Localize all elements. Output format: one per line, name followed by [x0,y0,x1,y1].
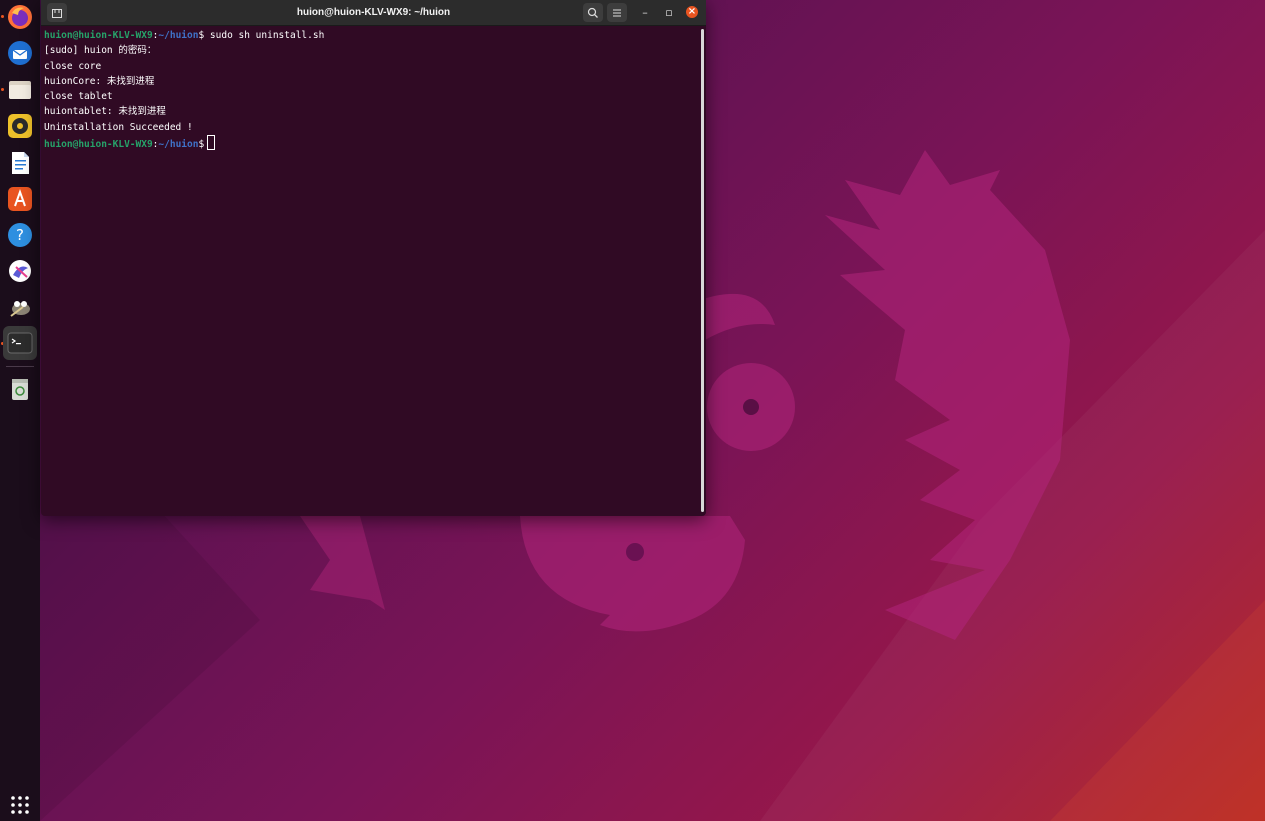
firefox-icon [8,5,32,29]
prompt-dollar: $ [198,139,205,150]
trash-icon [12,379,28,400]
dock-item-rhythmbox[interactable] [3,109,37,143]
libreoffice-writer-icon [12,152,29,174]
search-icon [587,7,598,18]
dock-item-thunderbird[interactable] [3,36,37,70]
dock-item-app-center[interactable] [3,182,37,216]
thunderbird-icon [8,41,32,65]
scrollbar[interactable] [701,29,704,512]
prompt-user-host: huion@huion-KLV-WX9 [44,139,153,150]
dock-item-trash[interactable] [3,372,37,406]
output-line: huiontablet: 未找到进程 [44,106,166,117]
close-icon: × [687,6,697,17]
close-button[interactable]: × [686,6,698,18]
help-icon: ? [8,223,32,247]
prompt-line: huion@huion-KLV-WX9:~/huion$ sudo sh uni… [44,28,324,43]
dock-item-help[interactable]: ? [3,218,37,252]
terminal-output[interactable]: huion@huion-KLV-WX9:~/huion$ sudo sh uni… [44,28,699,513]
desktop: ? huion@huion-KLV-WX9: ~/huion – ▫ × hui… [0,0,1265,821]
prompt-path: ~/huion [158,30,199,41]
search-button[interactable] [583,3,603,22]
prompt-user-host: huion@huion-KLV-WX9 [44,30,153,41]
gimp-icon [10,301,30,317]
output-line: close tablet [44,91,113,102]
maximize-icon: ▫ [665,6,673,19]
app-center-icon [8,187,32,211]
dock: ? [0,0,40,821]
files-icon [9,81,31,99]
dock-item-terminal[interactable] [3,326,37,360]
new-tab-button[interactable] [47,3,67,22]
dock-item-firefox[interactable] [3,0,37,34]
minimize-button[interactable]: – [635,3,655,22]
minimize-icon: – [642,6,648,19]
maximize-button[interactable]: ▫ [659,3,679,22]
output-line: [sudo] huion 的密码： [44,45,157,56]
rhythmbox-icon [8,114,32,138]
show-apps-button[interactable] [3,788,37,821]
prompt-path: ~/huion [158,139,199,150]
menu-button[interactable] [607,3,627,22]
dock-item-gimp[interactable] [3,290,37,324]
svg-text:?: ? [16,226,24,244]
terminal-icon [7,332,33,354]
huion-tablet-icon [9,260,31,282]
hamburger-menu-icon [613,8,621,17]
terminal-window: huion@huion-KLV-WX9: ~/huion – ▫ × huion… [41,0,706,516]
terminal-titlebar[interactable]: huion@huion-KLV-WX9: ~/huion – ▫ × [41,0,706,26]
dock-separator [6,366,34,367]
output-line: huionCore: 未找到进程 [44,76,155,87]
dock-item-libreoffice-writer[interactable] [3,146,37,180]
dock-item-files[interactable] [3,73,37,107]
prompt-line: huion@huion-KLV-WX9:~/huion$ [44,135,216,150]
new-tab-icon [52,8,62,18]
show-apps-grid-icon [11,796,29,814]
output-line: close core [44,61,102,72]
text-cursor [207,135,216,150]
output-line: Uninstallation Succeeded ! [44,122,193,133]
command-text: sudo sh uninstall.sh [204,30,325,41]
dock-item-huion-tablet[interactable] [3,254,37,288]
